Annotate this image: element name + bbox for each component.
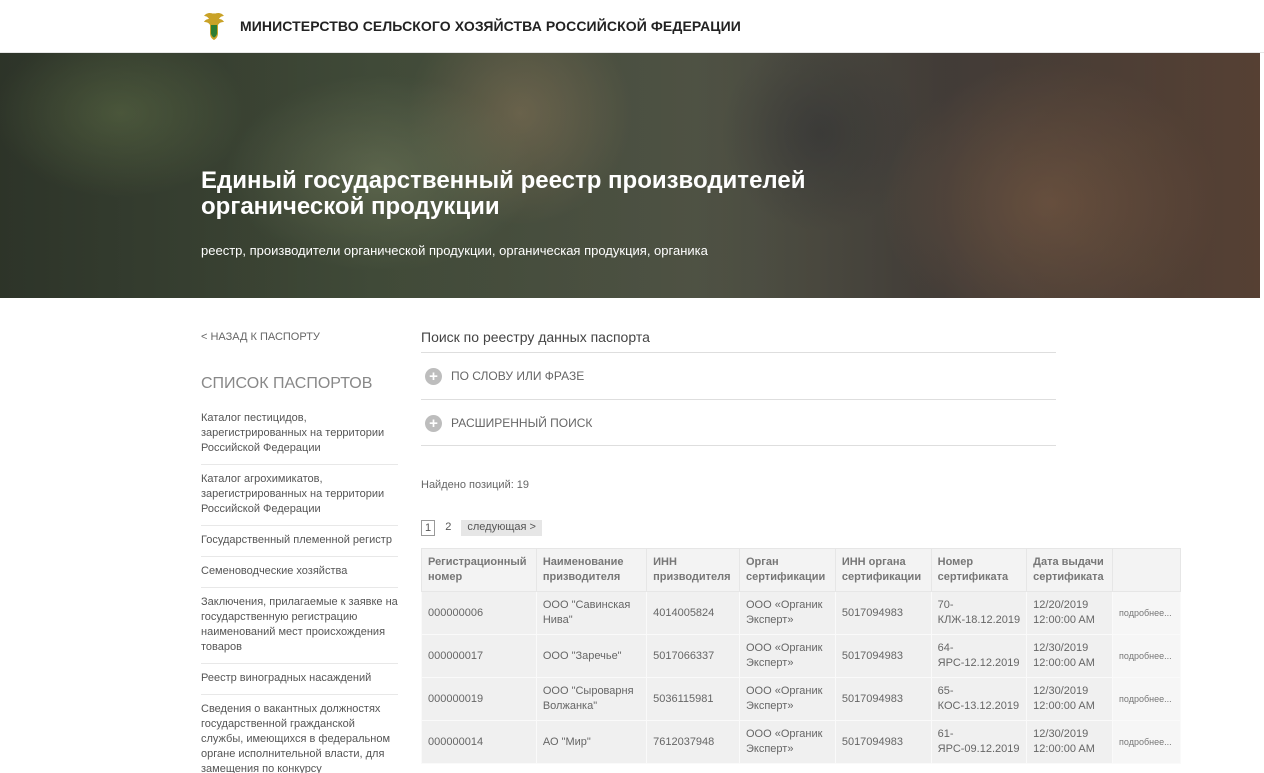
cell-cert-date: 12/30/2019 12:00:00 AM: [1026, 720, 1114, 764]
cell-reg-number: 000000006: [421, 591, 537, 635]
cell-producer-inn: 7612037948: [646, 720, 740, 764]
sidebar-item-origin-conclusions[interactable]: Заключения, прилагаемые к заявке на госу…: [201, 588, 398, 664]
plus-circle-icon: +: [425, 415, 442, 432]
page-title: Единый государственный реестр производит…: [201, 167, 806, 220]
column-header-reg-number[interactable]: Регистрационный номер: [421, 548, 537, 592]
page-2-link[interactable]: 2: [442, 520, 454, 536]
cell-cert-number: 65-КОС-13.12.2019: [930, 677, 1028, 721]
search-by-phrase-label: ПО СЛОВУ ИЛИ ФРАЗЕ: [451, 369, 585, 383]
cell-reg-number: 000000019: [421, 677, 537, 721]
pagination: 1 2 следующая >: [421, 520, 546, 536]
cell-reg-number: 000000017: [421, 634, 537, 678]
cell-cert-body: ООО «Органик Эксперт»: [739, 677, 836, 721]
search-by-phrase-toggle[interactable]: + ПО СЛОВУ ИЛИ ФРАЗЕ: [421, 352, 1056, 399]
cell-producer-inn: 4014005824: [646, 591, 740, 635]
table-row: 000000017 ООО "Заречье" 5017066337 ООО «…: [421, 634, 1181, 678]
cell-cert-number: 64-ЯРС-12.12.2019: [930, 634, 1028, 678]
details-link[interactable]: подробнее...: [1112, 591, 1181, 635]
sidebar-item-breeding-register[interactable]: Государственный племенной регистр: [201, 526, 398, 557]
column-header-cert-body[interactable]: Орган сертификации: [739, 548, 836, 592]
sidebar-title: СПИСОК ПАСПОРТОВ: [201, 375, 373, 392]
column-header-cert-body-inn[interactable]: ИНН органа сертификации: [834, 548, 932, 592]
table-row: 000000019 ООО "Сыроварня Волжанка" 50361…: [421, 677, 1181, 721]
cell-producer-name: ООО "Сыроварня Волжанка": [535, 677, 648, 721]
cell-cert-body: ООО «Органик Эксперт»: [739, 634, 836, 678]
sidebar-item-vineyards[interactable]: Реестр виноградных насаждений: [201, 664, 398, 695]
ministry-title[interactable]: МИНИСТЕРСТВО СЕЛЬСКОГО ХОЗЯЙСТВА РОССИЙС…: [240, 18, 741, 34]
cell-cert-number: 61-ЯРС-09.12.2019: [930, 720, 1028, 764]
sidebar-item-pesticides[interactable]: Каталог пестицидов, зарегистрированных н…: [201, 404, 398, 465]
registry-table: Регистрационный номер Наименование призв…: [421, 548, 1181, 764]
table-row: 000000014 АО "Мир" 7612037948 ООО «Орган…: [421, 720, 1181, 764]
cell-cert-body-inn: 5017094983: [834, 677, 932, 721]
passport-list: Каталог пестицидов, зарегистрированных н…: [201, 404, 398, 773]
results-count: Найдено позиций: 19: [421, 479, 529, 491]
advanced-search-toggle[interactable]: + РАСШИРЕННЫЙ ПОИСК: [421, 399, 1056, 446]
cell-producer-name: АО "Мир": [535, 720, 648, 764]
hero-banner: Единый государственный реестр производит…: [0, 53, 1260, 298]
site-header: МИНИСТЕРСТВО СЕЛЬСКОГО ХОЗЯЙСТВА РОССИЙС…: [0, 0, 1264, 53]
back-to-passport-link[interactable]: < НАЗАД К ПАСПОРТУ: [201, 331, 320, 343]
results-count-value: 19: [516, 479, 530, 491]
sidebar-item-seed-farms[interactable]: Семеноводческие хозяйства: [201, 557, 398, 588]
column-header-cert-number[interactable]: Номер сертификата: [930, 548, 1028, 592]
cell-reg-number: 000000014: [421, 720, 537, 764]
cell-cert-body: ООО «Органик Эксперт»: [739, 591, 836, 635]
column-header-producer-inn[interactable]: ИНН призводителя: [646, 548, 740, 592]
cell-cert-number: 70-КЛЖ-18.12.2019: [930, 591, 1028, 635]
coat-of-arms-icon[interactable]: [200, 11, 228, 41]
sidebar-item-agrochemicals[interactable]: Каталог агрохимикатов, зарегистрированны…: [201, 465, 398, 526]
search-title: Поиск по реестру данных паспорта: [421, 329, 650, 345]
table-row: 000000006 ООО "Савинская Нива" 401400582…: [421, 591, 1181, 635]
cell-producer-name: ООО "Заречье": [535, 634, 648, 678]
cell-cert-date: 12/20/2019 12:00:00 AM: [1026, 591, 1114, 635]
cell-producer-inn: 5017066337: [646, 634, 740, 678]
page-1-current[interactable]: 1: [421, 520, 436, 536]
table-header-row: Регистрационный номер Наименование призв…: [421, 548, 1181, 592]
cell-cert-body-inn: 5017094983: [834, 720, 932, 764]
cell-cert-body-inn: 5017094983: [834, 591, 932, 635]
cell-cert-body-inn: 5017094983: [834, 634, 932, 678]
cell-cert-date: 12/30/2019 12:00:00 AM: [1026, 677, 1114, 721]
column-header-cert-date[interactable]: Дата выдачи сертификата: [1026, 548, 1114, 592]
plus-circle-icon: +: [425, 368, 442, 385]
details-link[interactable]: подробнее...: [1112, 720, 1181, 764]
cell-cert-body: ООО «Органик Эксперт»: [739, 720, 836, 764]
column-header-producer-name[interactable]: Наименование призводителя: [535, 548, 648, 592]
cell-producer-name: ООО "Савинская Нива": [535, 591, 648, 635]
results-count-label: Найдено позиций:: [421, 479, 514, 491]
column-header-actions: [1112, 548, 1181, 592]
cell-cert-date: 12/30/2019 12:00:00 AM: [1026, 634, 1114, 678]
advanced-search-label: РАСШИРЕННЫЙ ПОИСК: [451, 416, 593, 430]
sidebar-item-vacancies[interactable]: Сведения о вакантных должностях государс…: [201, 695, 398, 773]
details-link[interactable]: подробнее...: [1112, 677, 1181, 721]
next-page-link[interactable]: следующая >: [461, 520, 542, 536]
details-link[interactable]: подробнее...: [1112, 634, 1181, 678]
page-tags: реестр, производители органической проду…: [201, 243, 708, 258]
cell-producer-inn: 5036115981: [646, 677, 740, 721]
